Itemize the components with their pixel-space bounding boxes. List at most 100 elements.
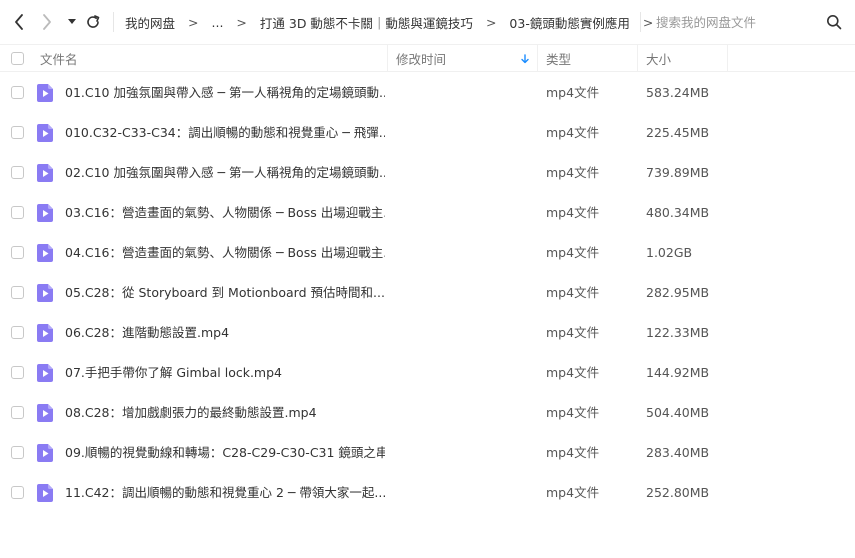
video-file-icon	[37, 84, 53, 102]
video-file-icon	[37, 204, 53, 222]
toolbar-divider	[113, 12, 114, 32]
file-name[interactable]: 05.C28：從 Storyboard 到 Motionboard 預估時間和.…	[65, 284, 385, 302]
column-divider[interactable]	[537, 45, 538, 72]
video-file-icon	[37, 364, 53, 382]
file-row-checkbox[interactable]	[11, 366, 24, 379]
file-size: 1.02GB	[646, 245, 693, 260]
file-row[interactable]: 06.C28：進階動態設置.mp4 mp4文件 122.33MB	[0, 312, 855, 352]
forward-button[interactable]	[38, 12, 56, 32]
file-size: 225.45MB	[646, 125, 710, 140]
file-row-checkbox[interactable]	[11, 486, 24, 499]
file-type: mp4文件	[546, 205, 600, 220]
file-row[interactable]: 07.手把手帶你了解 Gimbal lock.mp4 mp4文件 144.92M…	[0, 352, 855, 392]
chevron-right-icon	[43, 14, 51, 30]
column-header-name[interactable]: 文件名	[40, 45, 78, 72]
sort-descending-icon[interactable]	[520, 54, 530, 64]
file-name[interactable]: 04.C16：營造畫面的氣勢、人物關係 ─ Boss 出場迎戰主...	[65, 244, 385, 262]
file-name[interactable]: 06.C28：進階動態設置.mp4	[65, 324, 385, 342]
file-row[interactable]: 08.C28：增加戲劇張力的最終動態設置.mp4 mp4文件 504.40MB	[0, 392, 855, 432]
file-list: 01.C10 加強氛圍與帶入感 ─ 第一人稱視角的定場鏡頭動... mp4文件 …	[0, 72, 855, 512]
file-type: mp4文件	[546, 485, 600, 500]
file-size: 504.40MB	[646, 405, 710, 420]
file-type: mp4文件	[546, 445, 600, 460]
file-row[interactable]: 03.C16：營造畫面的氣勢、人物關係 ─ Boss 出場迎戰主... mp4文…	[0, 192, 855, 232]
video-file-icon	[37, 404, 53, 422]
file-size: 480.34MB	[646, 205, 710, 220]
video-file-icon	[37, 244, 53, 262]
file-row-checkbox[interactable]	[11, 446, 24, 459]
file-type: mp4文件	[546, 125, 600, 140]
file-type: mp4文件	[546, 85, 600, 100]
breadcrumb-separator: >	[485, 14, 497, 30]
file-row-checkbox[interactable]	[11, 206, 24, 219]
refresh-icon	[87, 15, 100, 28]
file-name[interactable]: 02.C10 加強氛圍與帶入感 ─ 第一人稱視角的定場鏡頭動...	[65, 164, 385, 182]
breadcrumb-separator: >	[642, 14, 654, 30]
file-type: mp4文件	[546, 245, 600, 260]
breadcrumb-item-course[interactable]: 打通 3D 動態不卡關｜動態與運鏡技巧	[260, 13, 473, 32]
file-row-checkbox[interactable]	[11, 246, 24, 259]
file-row[interactable]: 02.C10 加強氛圍與帶入感 ─ 第一人稱視角的定場鏡頭動... mp4文件 …	[0, 152, 855, 192]
video-file-icon	[37, 444, 53, 462]
column-divider[interactable]	[387, 45, 388, 72]
file-type: mp4文件	[546, 285, 600, 300]
column-header-size[interactable]: 大小	[646, 45, 671, 72]
video-file-icon	[37, 324, 53, 342]
file-row-checkbox[interactable]	[11, 406, 24, 419]
back-button[interactable]	[10, 12, 28, 32]
column-header-time[interactable]: 修改时间	[396, 45, 446, 72]
file-name[interactable]: 01.C10 加強氛圍與帶入感 ─ 第一人稱視角的定場鏡頭動...	[65, 84, 385, 102]
breadcrumb-item-current[interactable]: 03-鏡頭動態實例應用	[509, 13, 629, 32]
caret-down-icon	[68, 19, 76, 24]
column-header-type[interactable]: 类型	[546, 45, 571, 72]
file-type: mp4文件	[546, 405, 600, 420]
toolbar-divider	[640, 12, 641, 32]
file-row[interactable]: 04.C16：營造畫面的氣勢、人物關係 ─ Boss 出場迎戰主... mp4文…	[0, 232, 855, 272]
file-row-checkbox[interactable]	[11, 326, 24, 339]
history-dropdown-button[interactable]	[64, 12, 80, 32]
file-type: mp4文件	[546, 365, 600, 380]
file-row-checkbox[interactable]	[11, 126, 24, 139]
file-row[interactable]: 05.C28：從 Storyboard 到 Motionboard 預估時間和.…	[0, 272, 855, 312]
file-row[interactable]: 010.C32-C33-C34：調出順暢的動態和視覺重心 ─ 飛彈... mp4…	[0, 112, 855, 152]
video-file-icon	[37, 124, 53, 142]
file-row[interactable]: 11.C42：調出順暢的動態和視覺重心 2 ─ 帶領大家一起... mp4文件 …	[0, 472, 855, 512]
video-file-icon	[37, 284, 53, 302]
file-row[interactable]: 01.C10 加強氛圍與帶入感 ─ 第一人稱視角的定場鏡頭動... mp4文件 …	[0, 72, 855, 112]
file-size: 282.95MB	[646, 285, 710, 300]
select-all-checkbox[interactable]	[11, 52, 24, 65]
breadcrumb-ellipsis[interactable]: ...	[212, 15, 224, 30]
breadcrumb-separator: >	[236, 14, 247, 30]
file-name[interactable]: 09.順暢的視覺動線和轉場：C28-C29-C30-C31 鏡頭之串...	[65, 444, 385, 462]
column-divider[interactable]	[637, 45, 638, 72]
select-all-checkbox-wrap	[11, 45, 24, 72]
column-divider[interactable]	[727, 45, 728, 72]
file-name[interactable]: 010.C32-C33-C34：調出順暢的動態和視覺重心 ─ 飛彈...	[65, 124, 385, 142]
file-name[interactable]: 11.C42：調出順暢的動態和視覺重心 2 ─ 帶領大家一起...	[65, 484, 385, 502]
file-size: 283.40MB	[646, 445, 710, 460]
file-list-header: 文件名 修改时间 类型 大小	[0, 44, 855, 72]
breadcrumb-root[interactable]: 我的网盘	[125, 13, 175, 32]
file-size: 583.24MB	[646, 85, 710, 100]
file-name[interactable]: 03.C16：營造畫面的氣勢、人物關係 ─ Boss 出場迎戰主...	[65, 204, 385, 222]
file-row-checkbox[interactable]	[11, 86, 24, 99]
file-name[interactable]: 08.C28：增加戲劇張力的最終動態設置.mp4	[65, 404, 385, 422]
video-file-icon	[37, 484, 53, 502]
refresh-button[interactable]	[84, 12, 102, 32]
file-size: 739.89MB	[646, 165, 710, 180]
search-icon[interactable]	[826, 14, 842, 30]
file-row-checkbox[interactable]	[11, 166, 24, 179]
file-size: 252.80MB	[646, 485, 710, 500]
file-size: 144.92MB	[646, 365, 710, 380]
file-row[interactable]: 09.順暢的視覺動線和轉場：C28-C29-C30-C31 鏡頭之串... mp…	[0, 432, 855, 472]
file-size: 122.33MB	[646, 325, 710, 340]
search-input[interactable]	[656, 12, 816, 32]
file-name[interactable]: 07.手把手帶你了解 Gimbal lock.mp4	[65, 364, 385, 382]
file-type: mp4文件	[546, 325, 600, 340]
file-row-checkbox[interactable]	[11, 286, 24, 299]
breadcrumb: 我的网盘 > ... > 打通 3D 動態不卡關｜動態與運鏡技巧 > 03-鏡頭…	[125, 13, 666, 31]
chevron-left-icon	[15, 14, 23, 30]
breadcrumb-separator: >	[188, 14, 199, 30]
video-file-icon	[37, 164, 53, 182]
toolbar: 我的网盘 > ... > 打通 3D 動態不卡關｜動態與運鏡技巧 > 03-鏡頭…	[0, 0, 855, 44]
